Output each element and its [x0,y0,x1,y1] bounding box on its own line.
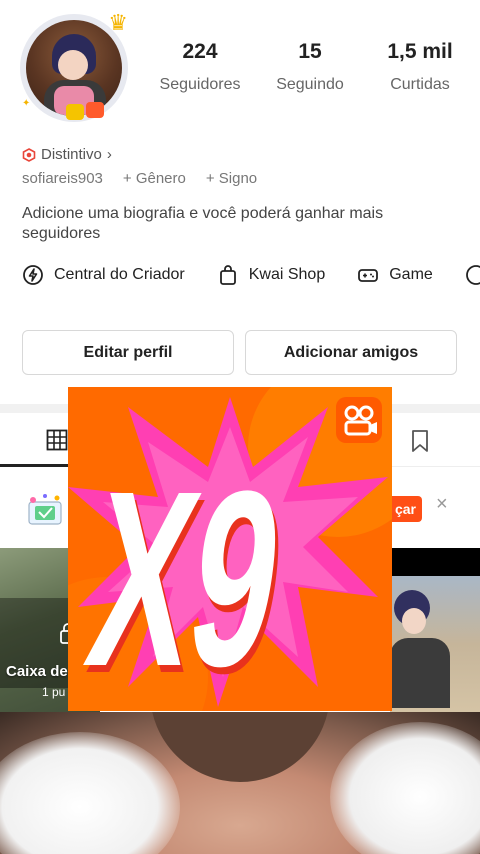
edit-profile-button[interactable]: Editar perfil [22,330,234,375]
close-icon[interactable]: × [436,494,452,514]
video-thumbnail-bottom[interactable] [0,712,480,854]
gift-icon [28,494,62,525]
following-count: 15 [298,40,322,63]
x9-text: X9 [74,440,297,711]
x9-overlay-graphic: X9 X9 [68,387,392,711]
stat-followers[interactable]: 224 Seguidores [150,40,250,94]
add-gender-button[interactable]: + Gênero [123,170,186,187]
shopping-bag-icon [219,265,236,285]
game-link[interactable]: Game [357,264,433,286]
x9-overlay-image: X9 X9 [68,387,392,711]
more-icon [465,265,480,285]
likes-label: Curtidas [390,76,450,93]
profile-avatar[interactable]: ♛ ✦ [18,10,130,124]
badge-label: Distintivo [41,146,102,163]
badge-link[interactable]: Distintivo › [22,146,112,163]
grid-icon[interactable] [46,429,68,451]
username: sofiareis903 [22,170,103,187]
stat-following[interactable]: 15 Seguindo [260,40,360,94]
bio-prompt[interactable]: Adicione uma biografia e você poderá gan… [22,204,450,244]
crown-icon: ♛ [108,10,128,35]
profile-meta: sofiareis903 + Gênero + Signo [22,170,257,187]
creator-center-link[interactable]: Central do Criador [22,264,185,286]
more-link[interactable] [465,264,480,286]
likes-count: 1,5 mil [387,40,453,63]
kwai-shop-link[interactable]: Kwai Shop [217,264,326,286]
creator-center-icon [23,265,43,285]
sticker-icon [66,104,84,120]
kwai-logo-icon [336,397,382,443]
following-label: Seguindo [276,76,344,93]
followers-label: Seguidores [159,76,241,93]
sparkle-icon: ✦ [22,98,31,109]
kwai-shop-label: Kwai Shop [248,266,326,283]
bookmark-icon[interactable] [410,429,430,453]
creator-center-label: Central do Criador [54,266,185,283]
video-left-subtitle: 1 pu [42,685,66,699]
add-friends-button[interactable]: Adicionar amigos [245,330,457,375]
game-label: Game [389,266,433,283]
badge-hexagon-icon [22,147,36,162]
chevron-right-icon: › [106,146,112,163]
followers-count: 224 [182,40,218,63]
video-thumbnail-right[interactable] [390,548,480,728]
stat-likes[interactable]: 1,5 mil Curtidas [370,40,470,94]
profile-stats: 224 Seguidores 15 Seguindo 1,5 mil Curti… [150,40,470,94]
gamepad-icon [358,269,379,282]
add-sign-button[interactable]: + Signo [206,170,257,187]
camera-sticker-icon [86,102,104,118]
profile-links: Central do Criador Kwai Shop Game [22,264,480,286]
video-left-title: Caixa de [6,663,68,680]
